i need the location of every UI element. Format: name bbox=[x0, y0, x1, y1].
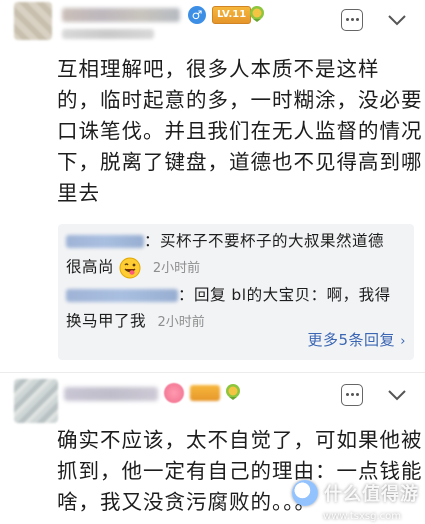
watermark-text: 什么值得游 bbox=[324, 484, 419, 505]
more-options-button[interactable] bbox=[341, 384, 363, 406]
comment-line: 确实不应该，太不自觉了，可如果他被 bbox=[57, 428, 423, 452]
comment-line: 里去 bbox=[57, 181, 100, 205]
chevron-right-icon: › bbox=[400, 334, 406, 349]
more-replies-link[interactable]: 更多5条回复 › bbox=[307, 329, 406, 350]
medal-icon bbox=[226, 384, 240, 400]
avatar[interactable] bbox=[14, 2, 52, 40]
more-options-button[interactable] bbox=[341, 9, 363, 31]
comment-line: 互相理解吧，很多人本质不是这样 bbox=[57, 57, 380, 81]
watermark-url: www.tsxsg.com bbox=[323, 511, 401, 522]
comment-line: 口诛笔伐。并且我们在无人监督的情况 bbox=[57, 119, 423, 143]
reply-time: 2小时前 bbox=[157, 315, 205, 330]
reply-username-blurred[interactable] bbox=[66, 235, 144, 248]
site-logo-icon bbox=[292, 480, 318, 506]
reply-text: 换马甲了我 bbox=[66, 312, 147, 330]
username-blurred[interactable] bbox=[62, 8, 180, 22]
watermark: 什么值得游 www.tsxsg.com bbox=[292, 474, 419, 522]
username-blurred[interactable] bbox=[64, 387, 158, 401]
comment-meta-blurred bbox=[62, 29, 154, 39]
grinning-tongue-emoji-icon bbox=[119, 257, 141, 278]
chevron-down-icon[interactable] bbox=[386, 384, 408, 406]
more-replies-label: 更多5条回复 bbox=[307, 331, 396, 349]
comment-card: ♂ LV.11 互相理解吧，很多人本质不是这样 的，临时起意的多，一时糊涂，没必… bbox=[0, 0, 425, 373]
male-icon: ♂ bbox=[188, 6, 206, 24]
comment-text: 互相理解吧，很多人本质不是这样 的，临时起意的多，一时糊涂，没必要 口诛笔伐。并… bbox=[57, 54, 423, 209]
reply-text: ：买杯子不要杯子的大叔果然道德 bbox=[144, 232, 385, 250]
avatar[interactable] bbox=[14, 379, 58, 423]
replies-box: ：买杯子不要杯子的大叔果然道德 很高尚 2小时前 ：回复 bl的大宝贝：啊，我得… bbox=[58, 224, 414, 360]
comment-line: 的，临时起意的多，一时糊涂，没必要 bbox=[57, 88, 423, 112]
level-badge-blurred bbox=[190, 385, 220, 401]
chevron-down-icon[interactable] bbox=[386, 9, 408, 31]
reply-text: ：回复 bl的大宝贝：啊，我得 bbox=[178, 286, 391, 304]
reply-item[interactable]: ：买杯子不要杯子的大叔果然道德 很高尚 2小时前 bbox=[66, 228, 384, 282]
comment-line: 下，脱离了键盘，道德也不见得高到哪 bbox=[57, 150, 423, 174]
reply-username-blurred[interactable] bbox=[66, 289, 178, 302]
level-badge: LV.11 bbox=[212, 6, 252, 24]
reply-time: 2小时前 bbox=[152, 261, 201, 276]
medal-icon bbox=[250, 6, 264, 22]
reply-text: 很高尚 bbox=[66, 258, 115, 276]
reply-item[interactable]: ：回复 bl的大宝贝：啊，我得 换马甲了我 2小时前 bbox=[66, 282, 391, 336]
vip-badge-icon bbox=[164, 383, 184, 403]
